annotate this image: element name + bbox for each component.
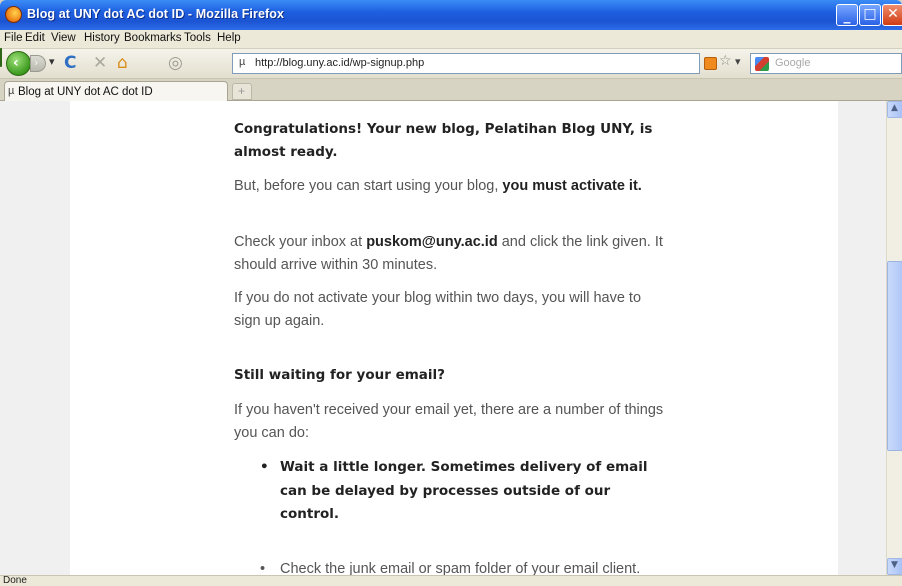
page-background-left: [0, 101, 70, 575]
menu-file[interactable]: File: [4, 32, 23, 44]
arrow-down-icon: ▼: [891, 560, 898, 570]
congrats-message: Congratulations! Your new blog, Pelatiha…: [234, 121, 653, 160]
forward-arrow-icon: ›: [34, 56, 39, 69]
tab-favicon-icon: µ: [8, 85, 15, 97]
page-background-right: [838, 101, 886, 575]
scroll-thumb[interactable]: [887, 261, 902, 451]
options-intro: If you haven't received your email yet, …: [234, 402, 664, 441]
new-tab-button[interactable]: +: [232, 83, 252, 100]
back-arrow-icon: ‹: [13, 55, 19, 71]
arrow-up-icon: ▲: [891, 103, 898, 113]
search-engine-dropdown-icon[interactable]: ▾: [735, 55, 741, 68]
status-text: Done: [3, 575, 27, 586]
menu-edit[interactable]: Edit: [25, 32, 45, 44]
bookmark-star-icon[interactable]: ☆: [719, 53, 732, 69]
forward-button[interactable]: ›: [30, 55, 46, 72]
rss-feed-icon[interactable]: [704, 57, 717, 70]
history-dropdown-icon[interactable]: ▾: [49, 55, 55, 68]
menu-tools[interactable]: Tools: [184, 32, 211, 44]
history-icon[interactable]: ◎: [168, 53, 183, 73]
menu-help[interactable]: Help: [217, 32, 241, 44]
menu-history[interactable]: History: [84, 32, 120, 44]
inbox-message: Check your inbox at puskom@uny.ac.id and…: [234, 231, 664, 277]
bullet-icon: •: [260, 561, 266, 575]
window-titlebar[interactable]: Blog at UNY dot AC dot ID - Mozilla Fire…: [0, 0, 902, 30]
reload-icon[interactable]: C: [64, 53, 76, 73]
menu-bar: File Edit View History Bookmarks Tools H…: [0, 30, 902, 49]
inbox-email: puskom@uny.ac.id: [366, 234, 498, 250]
close-icon: ✕: [887, 6, 899, 22]
search-bar[interactable]: Google: [750, 53, 902, 74]
vertical-scrollbar[interactable]: ▲ ▼: [886, 101, 902, 575]
list-item-text: Check the junk email or spam folder of y…: [280, 561, 641, 575]
scroll-up-button[interactable]: ▲: [887, 101, 902, 118]
tab-label: Blog at UNY dot AC dot ID: [18, 86, 153, 98]
plus-icon: +: [238, 84, 246, 98]
maximize-button[interactable]: □: [859, 4, 881, 26]
search-input[interactable]: Google: [775, 57, 810, 69]
list-item: • Check the junk email or spam folder of …: [256, 558, 666, 575]
minimize-icon: _: [843, 8, 851, 24]
inbox-text: Check your inbox at: [234, 234, 367, 250]
tab-strip: µ Blog at UNY dot AC dot ID +: [0, 79, 902, 102]
google-icon[interactable]: [755, 57, 769, 71]
list-item-text: Wait a little longer. Sometimes delivery…: [280, 459, 648, 522]
activate-text: But, before you can start using your blo…: [234, 178, 503, 194]
bullet-icon: •: [260, 459, 269, 475]
waiting-heading: Still waiting for your email?: [234, 367, 445, 383]
url-text[interactable]: http://blog.uny.ac.id/wp-signup.php: [255, 57, 424, 69]
maximize-icon: □: [863, 6, 877, 22]
page-viewport[interactable]: Congratulations! Your new blog, Pelatiha…: [0, 101, 886, 575]
status-bar: Done: [0, 575, 902, 586]
home-icon[interactable]: ⌂: [117, 53, 128, 73]
close-button[interactable]: ✕: [882, 4, 902, 26]
back-button[interactable]: ‹: [6, 51, 31, 76]
bookmark-add-icon[interactable]: [0, 48, 2, 67]
activate-emphasis: you must activate it.: [502, 178, 642, 194]
site-favicon-icon: µ: [239, 56, 246, 68]
firefox-logo-icon: [5, 6, 22, 23]
window-title: Blog at UNY dot AC dot ID - Mozilla Fire…: [27, 7, 285, 21]
scroll-down-button[interactable]: ▼: [887, 558, 902, 575]
minimize-button[interactable]: _: [836, 4, 858, 26]
navigation-toolbar: ‹ › ▾ C ✕ ⌂ ◎ µ http://blog.uny.ac.id/wp…: [0, 48, 902, 79]
activate-message: But, before you can start using your blo…: [234, 175, 664, 198]
menu-view[interactable]: View: [51, 32, 76, 44]
list-item: • Wait a little longer. Sometimes deliver…: [256, 456, 666, 527]
expiry-message: If you do not activate your blog within …: [234, 290, 642, 329]
tab-blog-uny[interactable]: µ Blog at UNY dot AC dot ID: [4, 81, 228, 102]
url-bar[interactable]: µ http://blog.uny.ac.id/wp-signup.php: [232, 53, 700, 74]
stop-icon[interactable]: ✕: [93, 53, 107, 73]
menu-bookmarks[interactable]: Bookmarks: [124, 32, 182, 44]
